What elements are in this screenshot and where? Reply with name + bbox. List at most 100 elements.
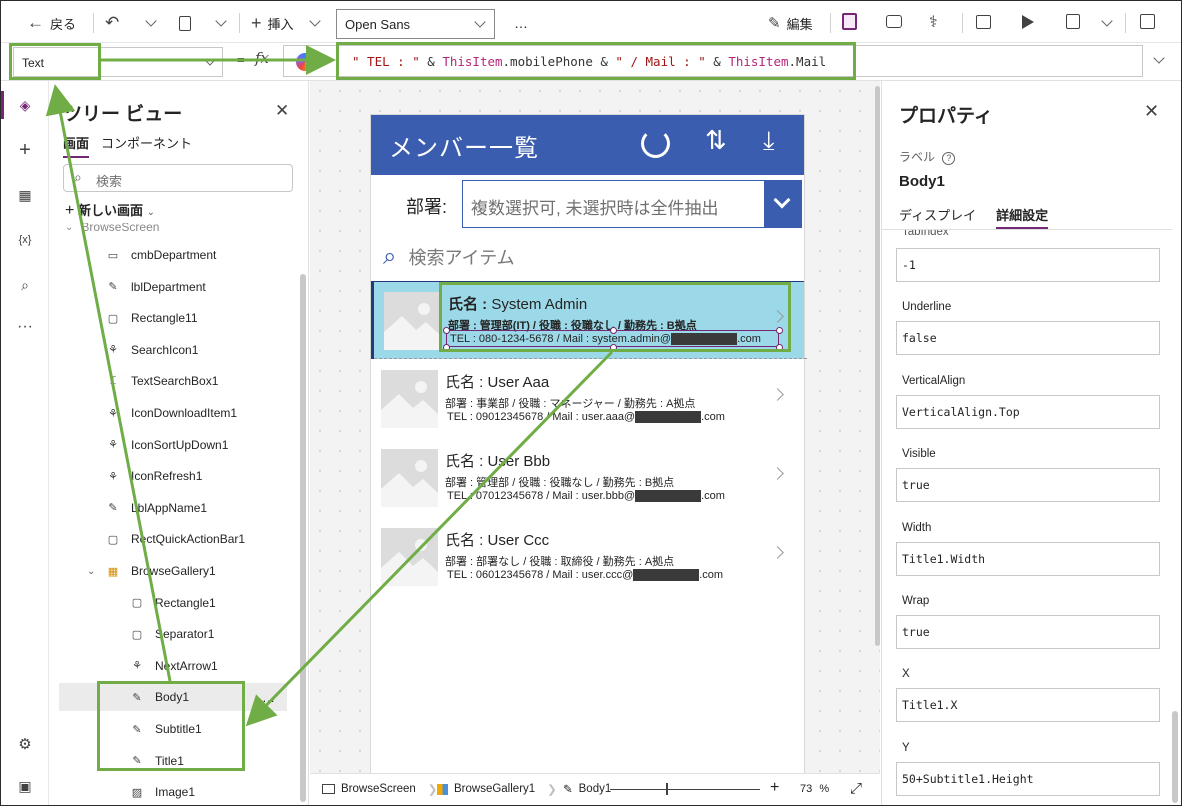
tree-item-rectquickactionbar1[interactable]: ▢ RectQuickActionBar1 bbox=[59, 525, 287, 553]
chevron-right-icon[interactable] bbox=[771, 546, 784, 559]
properties-scrollbar[interactable] bbox=[1172, 711, 1178, 803]
app-screen-browse[interactable]: メンバー一覧 ⇅ ⤓ 部署: 複数選択可, 未選択時は全件抽出 ⌕ 検索アイテム… bbox=[370, 114, 807, 774]
property-input[interactable]: false bbox=[896, 321, 1160, 356]
variables-icon[interactable]: {x} bbox=[13, 228, 37, 252]
paste-button[interactable] bbox=[179, 11, 191, 35]
close-icon[interactable]: ✕ bbox=[1144, 101, 1159, 122]
search-box[interactable]: ⌕ 検索アイテム bbox=[383, 243, 515, 271]
resize-handle[interactable] bbox=[443, 344, 450, 351]
breadcrumb-screen[interactable]: BrowseScreen ❯ bbox=[322, 782, 437, 796]
property-input[interactable]: Title1.Width bbox=[896, 541, 1160, 576]
chevron-right-icon[interactable] bbox=[771, 388, 784, 401]
sort-up-down-icon[interactable]: ⇅ bbox=[705, 125, 727, 156]
new-screen-button[interactable]: + 新しい画面 ⌄ bbox=[65, 200, 155, 220]
chevron-down-icon[interactable]: ⌄ bbox=[87, 566, 95, 577]
gallery-item[interactable]: 氏名 : User Aaa 部署 : 事業部 / 役職 : マネージャー / 勤務… bbox=[371, 360, 804, 438]
tree-item-partial[interactable]: ⌄ BrowseScreen bbox=[65, 223, 159, 241]
property-input[interactable]: 50+Subtitle1.Height bbox=[896, 761, 1160, 796]
property-input[interactable]: Title1.X bbox=[896, 688, 1160, 723]
copilot-tree-icon[interactable] bbox=[842, 13, 857, 30]
property-input[interactable]: -1 bbox=[896, 248, 1160, 282]
layers-icon[interactable]: ◈ bbox=[13, 93, 37, 117]
refresh-icon[interactable] bbox=[641, 129, 670, 158]
gallery-item[interactable]: 氏名 : User Bbb 部署 : 管理部 / 役職 : 役職なし / 勤務先 … bbox=[371, 439, 804, 517]
chevron-right-icon[interactable] bbox=[771, 467, 784, 480]
back-button[interactable]: ← 戻る bbox=[27, 11, 76, 35]
undo-chevron-down-icon[interactable] bbox=[145, 15, 157, 27]
dropdown-button[interactable] bbox=[764, 181, 801, 227]
copilot-icon[interactable] bbox=[296, 53, 314, 71]
tree-item-rectangle11[interactable]: ▢ Rectangle11 bbox=[59, 304, 287, 332]
breadcrumb-body[interactable]: ✎ Body1 bbox=[563, 782, 611, 796]
breadcrumb-label: BrowseScreen bbox=[341, 783, 416, 795]
publish-icon[interactable] bbox=[1140, 14, 1155, 29]
comment-icon[interactable] bbox=[886, 15, 902, 28]
data-table-icon[interactable]: ▦ bbox=[13, 183, 37, 207]
settings-gear-icon[interactable]: ⚙ bbox=[13, 732, 37, 756]
insert-plus-icon[interactable]: + bbox=[13, 138, 37, 162]
zoom-slider[interactable] bbox=[610, 789, 760, 790]
font-select[interactable]: Open Sans bbox=[336, 9, 495, 39]
tree-item-icondownloaditem1[interactable]: ⚘ IconDownloadItem1 bbox=[59, 399, 287, 427]
chevron-right-icon[interactable] bbox=[771, 310, 784, 323]
tree-item-image1[interactable]: ▨ Image1 bbox=[59, 778, 287, 805]
insert-chevron-down-icon[interactable] bbox=[309, 15, 321, 27]
close-icon[interactable]: ✕ bbox=[275, 101, 289, 121]
gallery-item[interactable]: 氏名 : User Ccc 部署 : 部署なし / 役職 : 取締役 / 勤務先 … bbox=[371, 518, 804, 596]
search-icon[interactable]: ⌕ bbox=[13, 273, 37, 297]
tree-search-input[interactable]: ⌕ 検索 bbox=[63, 164, 293, 192]
fit-to-screen-icon[interactable]: ⤢ bbox=[850, 780, 862, 797]
tree-item-textsearchbox1[interactable]: ⌶ TextSearchBox1 bbox=[59, 367, 287, 395]
undo-button[interactable]: ↶ bbox=[105, 11, 119, 35]
department-combobox[interactable]: 複数選択可, 未選択時は全件抽出 bbox=[462, 180, 802, 228]
help-icon[interactable]: ? bbox=[942, 152, 956, 165]
insert-button[interactable]: + 挿入 bbox=[251, 11, 294, 35]
more-icon[interactable]: ··· bbox=[13, 315, 37, 339]
breadcrumb-gallery[interactable]: BrowseGallery1 ❯ bbox=[437, 782, 557, 796]
property-select[interactable]: Text bbox=[13, 47, 223, 77]
stethoscope-icon[interactable]: ⚕ bbox=[929, 12, 938, 32]
expand-chevron-down-icon[interactable] bbox=[1153, 52, 1165, 64]
resize-handle[interactable] bbox=[443, 327, 450, 334]
resize-handle[interactable] bbox=[610, 344, 617, 351]
tree-item-separator1[interactable]: ▢ Separator1 bbox=[59, 620, 287, 648]
download-icon[interactable]: ⤓ bbox=[763, 125, 775, 157]
zoom-slider-thumb[interactable] bbox=[666, 783, 668, 795]
resize-handle[interactable] bbox=[610, 327, 617, 334]
save-icon[interactable] bbox=[1066, 14, 1080, 29]
canvas-scrollbar[interactable] bbox=[875, 86, 880, 646]
share-icon[interactable] bbox=[976, 15, 991, 29]
tree-item-subtitle1[interactable]: ✎ Subtitle1 bbox=[59, 715, 287, 743]
tree-item-body1[interactable]: ✎ Body1… bbox=[59, 683, 287, 712]
zoom-in-icon[interactable]: + bbox=[770, 779, 779, 797]
property-input[interactable]: true bbox=[896, 468, 1160, 503]
tree-item-lbldepartment[interactable]: ✎ lblDepartment bbox=[59, 273, 287, 301]
resize-handle[interactable] bbox=[776, 327, 783, 334]
virtual-agent-icon[interactable]: ▣ bbox=[13, 774, 37, 798]
tree-item-title1[interactable]: ✎ Title1 bbox=[59, 747, 287, 775]
tab-advanced[interactable]: 詳細設定 bbox=[996, 205, 1049, 229]
tree-item-lblappname1[interactable]: ✎ LblAppName1 bbox=[59, 494, 287, 522]
save-chevron-down-icon[interactable] bbox=[1101, 15, 1113, 27]
edit-button[interactable]: ✎ 編集 bbox=[768, 11, 813, 35]
tree-item-iconsortupdown1[interactable]: ⚘ IconSortUpDown1 bbox=[59, 431, 287, 459]
paste-chevron-down-icon[interactable] bbox=[215, 15, 227, 27]
more-icon[interactable]: … bbox=[262, 690, 275, 705]
property-input[interactable]: true bbox=[896, 615, 1160, 649]
tree-item-cmbdepartment[interactable]: ▭ cmbDepartment bbox=[59, 241, 287, 269]
more-button[interactable]: … bbox=[514, 11, 528, 35]
tree-scrollbar[interactable] bbox=[300, 274, 306, 802]
tab-display[interactable]: ディスプレイ bbox=[899, 205, 976, 229]
tree-item-nextarrow1[interactable]: ⚘ NextArrow1 bbox=[59, 652, 287, 680]
tab-components[interactable]: コンポーネント bbox=[101, 133, 192, 158]
resize-handle[interactable] bbox=[776, 344, 783, 351]
tree-item-browsegallery1[interactable]: ⌄ ▦ BrowseGallery1 bbox=[59, 557, 287, 585]
tab-screens[interactable]: 画面 bbox=[63, 133, 90, 158]
gallery-item[interactable]: 氏名 : System Admin 部署 : 管理部(IT) / 役職 : 役職な… bbox=[371, 281, 807, 359]
play-icon[interactable] bbox=[1022, 15, 1034, 29]
tree-item-iconrefresh1[interactable]: ⚘ IconRefresh1 bbox=[59, 462, 287, 490]
tree-item-rectangle1[interactable]: ▢ Rectangle1 bbox=[59, 589, 287, 617]
formula-input[interactable]: " TEL : " & ThisItem.mobilePhone & " / M… bbox=[283, 45, 1143, 77]
tree-item-searchicon1[interactable]: ⚘ SearchIcon1 bbox=[59, 336, 287, 364]
property-input[interactable]: VerticalAlign.Top bbox=[896, 394, 1160, 429]
